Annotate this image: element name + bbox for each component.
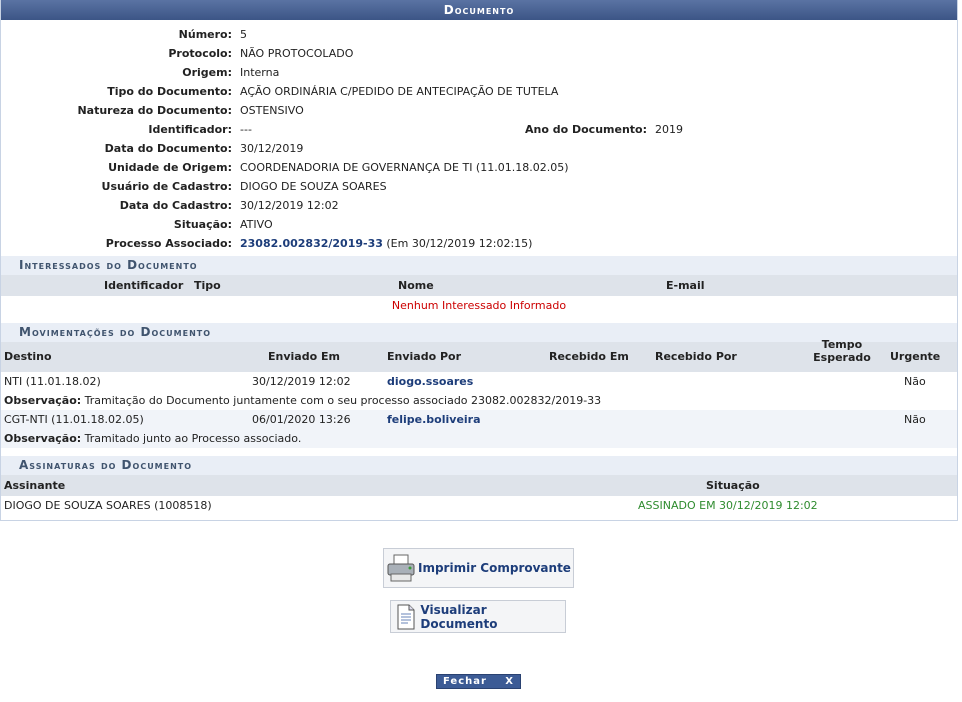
interessados-empty-row: Nenhum Interessado Informado [1,296,957,315]
fechar-button[interactable]: Fechar X [436,674,521,689]
document-fields: Número: 5 Protocolo: NÃO PROTOCOLADO Orige… [1,20,957,253]
obs-label: Observação: [4,432,82,445]
data-cadastro-value: 30/12/2019 12:02 [240,199,339,212]
col-email: E-mail [666,279,705,292]
assinaturas-header: Assinante Situação [1,475,957,496]
panel-caption: Documento [1,0,957,20]
assinaturas-caption: Assinaturas do Documento [1,456,957,475]
protocolo-value: NÃO PROTOCOLADO [240,47,354,60]
movimentacoes-header: Destino Enviado Em Enviado Por Recebido … [1,338,957,372]
unidade-value: COORDENADORIA DE GOVERNANÇA DE TI (11.01… [240,161,569,174]
numero-value: 5 [240,28,247,41]
col-recebido-em: Recebido Em [549,350,629,363]
interessados-header: Identificador Tipo Nome E-mail [1,275,957,296]
identificador-label: Identificador: [148,123,232,136]
numero-label: Número: [178,28,232,41]
assinante: DIOGO DE SOUZA SOARES (1008518) [4,499,212,512]
situacao-value: ATIVO [240,218,273,231]
table-row: NTI (11.01.18.02) 30/12/2019 12:02 diogo… [1,372,957,391]
data-documento-value: 30/12/2019 [240,142,304,155]
natureza-value: OSTENSIVO [240,104,304,117]
col-identificador: Identificador [104,279,184,292]
data-documento-label: Data do Documento: [104,142,232,155]
visualizar-documento-button[interactable]: Visualizar Documento [390,600,566,633]
identificador-value: --- [240,123,252,136]
col-urgente: Urgente [890,350,941,363]
enviado-por-link[interactable]: diogo.ssoares [387,372,473,391]
assinatura-situacao: ASSINADO EM 30/12/2019 12:02 [638,499,818,512]
urgente: Não [904,413,926,426]
close-icon: X [505,676,514,687]
table-row: CGT-NTI (11.01.18.02.05) 06/01/2020 13:2… [1,410,957,429]
tipo-label: Tipo do Documento: [107,85,232,98]
usuario-label: Usuário de Cadastro: [101,180,232,193]
imprimir-label: Imprimir Comprovante [418,561,571,575]
origem-label: Origem: [182,66,232,79]
table-row: DIOGO DE SOUZA SOARES (1008518) ASSINADO… [1,496,957,515]
interessados-empty: Nenhum Interessado Informado [391,299,567,312]
natureza-label: Natureza do Documento: [77,104,232,117]
situacao-label: Situação: [173,218,232,231]
interessados-caption: Interessados do Documento [1,256,957,275]
processo-link[interactable]: 23082.002832/2019-33 [240,237,383,250]
col-tipo: Tipo [194,279,221,292]
document-icon [391,600,420,634]
enviado-em: 30/12/2019 12:02 [252,375,351,388]
enviado-em: 06/01/2020 13:26 [252,413,351,426]
obs-text: Tramitação do Documento juntamente com o… [84,394,602,407]
usuario-value: DIOGO DE SOUZA SOARES [240,180,387,193]
processo-suffix: (Em 30/12/2019 12:02:15) [386,237,533,250]
destino: NTI (11.01.18.02) [4,375,101,388]
observacao-row: Observação: Tramitado junto ao Processo … [1,429,957,448]
col-tempo-l2: Esperado [813,351,871,364]
movimentacao-item-1: NTI (11.01.18.02) 30/12/2019 12:02 diogo… [1,372,957,410]
printer-icon [384,551,418,585]
col-situacao: Situação [706,479,760,492]
visualizar-label: Visualizar Documento [420,602,498,631]
imprimir-comprovante-button[interactable]: Imprimir Comprovante [383,548,574,588]
destino: CGT-NTI (11.01.18.02.05) [4,413,144,426]
col-tempo-l1: Tempo [821,338,863,351]
fechar-label: Fechar [443,676,487,687]
col-recebido-por: Recebido Por [655,350,737,363]
enviado-por-link[interactable]: felipe.boliveira [387,410,481,429]
col-destino: Destino [4,350,52,363]
col-enviado-em: Enviado Em [268,350,340,363]
obs-label: Observação: [4,394,82,407]
ano-value: 2019 [655,123,683,136]
origem-value: Interna [240,66,280,79]
col-assinante: Assinante [4,479,66,492]
observacao-row: Observação: Tramitação do Documento junt… [1,391,957,410]
tipo-value: AÇÃO ORDINÁRIA C/PEDIDO DE ANTECIPAÇÃO D… [240,85,559,98]
unidade-label: Unidade de Origem: [108,161,232,174]
urgente: Não [904,375,926,388]
col-tempo-esperado: Tempo Esperado [813,338,871,364]
data-cadastro-label: Data do Cadastro: [119,199,232,212]
movimentacao-item-2: CGT-NTI (11.01.18.02.05) 06/01/2020 13:2… [1,410,957,448]
ano-label: Ano do Documento: [525,123,647,136]
col-enviado-por: Enviado Por [387,350,462,363]
protocolo-label: Protocolo: [168,47,232,60]
processo-label: Processo Associado: [105,237,232,250]
obs-text: Tramitado junto ao Processo associado. [84,432,302,445]
col-nome: Nome [398,279,434,292]
document-panel: Documento Número: 5 Protocolo: NÃO PROTOCO… [0,0,958,521]
